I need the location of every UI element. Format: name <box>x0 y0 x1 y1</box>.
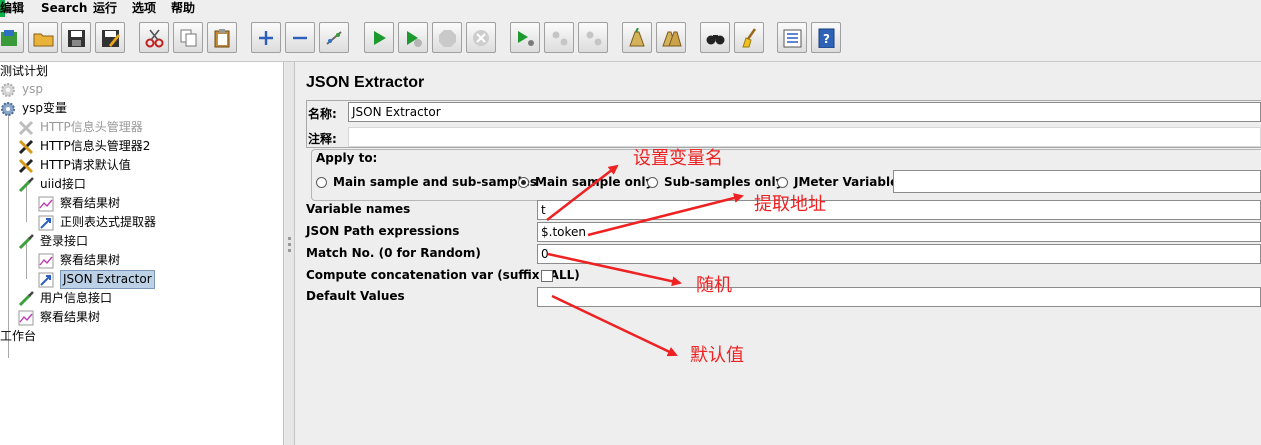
json-extractor-panel: JSON Extractor 名称: JSON Extractor 注释: Ap… <box>296 62 1261 445</box>
paste-button[interactable] <box>207 22 237 53</box>
graph-icon <box>18 310 34 326</box>
graph-icon <box>38 253 54 269</box>
save-as-button[interactable] <box>95 22 125 53</box>
toolbar: ? <box>0 17 1261 62</box>
annotation-default-value: 默认值 <box>690 345 744 366</box>
open-button[interactable] <box>28 22 58 53</box>
comment-input[interactable] <box>348 127 1261 147</box>
variable-names-label: Variable names <box>306 202 411 216</box>
stop-button[interactable] <box>432 22 462 53</box>
open-folder-icon <box>33 33 54 47</box>
menu-options[interactable]: 选项 <box>132 0 156 17</box>
help-icon: ? <box>818 28 835 48</box>
cut-icon <box>145 29 164 48</box>
extractor-icon <box>38 272 54 288</box>
start-icon <box>374 31 386 45</box>
gear-icon <box>1 102 15 116</box>
wrench-icon <box>18 158 34 174</box>
remote-shutdown-icon <box>586 31 602 46</box>
radio-button <box>518 177 529 188</box>
start-button[interactable] <box>364 22 394 53</box>
collapse-button[interactable] <box>285 22 315 53</box>
tree-line <box>8 110 9 358</box>
start-no-pause-button[interactable] <box>398 22 428 53</box>
search-icon <box>706 35 725 45</box>
copy-icon <box>180 29 197 47</box>
templates-button[interactable] <box>0 22 24 53</box>
extractor-icon <box>38 215 54 231</box>
test-plan-tree: 测试计划 ysp ysp变量 HTTP信息头管理器 HTTP信息头管理器2 HT… <box>0 62 284 445</box>
shutdown-button[interactable] <box>466 22 496 53</box>
function-helper-button[interactable] <box>777 22 807 53</box>
annotation-extract-address: 提取地址 <box>754 194 826 215</box>
expand-button[interactable] <box>251 22 281 53</box>
clear-all-icon <box>662 31 682 47</box>
json-path-input[interactable]: $.token <box>537 222 1261 242</box>
remote-stop-button[interactable] <box>544 22 574 53</box>
shutdown-icon <box>473 30 489 46</box>
radio-button <box>316 177 327 188</box>
match-no-label: Match No. (0 for Random) <box>306 246 481 260</box>
toggle-button[interactable] <box>319 22 349 53</box>
remote-stop-icon <box>552 31 568 46</box>
radio-button <box>777 177 788 188</box>
pipette-icon <box>18 291 34 307</box>
clear-button[interactable] <box>622 22 652 53</box>
wrench-icon <box>18 120 34 136</box>
reset-search-icon <box>742 28 757 48</box>
toggle-icon <box>326 31 342 45</box>
match-no-input[interactable]: 0 <box>537 244 1261 264</box>
concat-checkbox[interactable] <box>541 270 553 282</box>
cut-button[interactable] <box>139 22 169 53</box>
remote-start-button[interactable] <box>510 22 540 53</box>
menu-search[interactable]: Search <box>41 0 87 17</box>
copy-button[interactable] <box>173 22 203 53</box>
remote-start-icon <box>518 31 534 46</box>
pipette-icon <box>18 234 34 250</box>
annotation-set-variable-name: 设置变量名 <box>633 148 723 169</box>
variable-names-input[interactable]: t <box>537 200 1261 220</box>
stop-icon <box>439 30 456 47</box>
wrench-icon <box>18 139 34 155</box>
svg-text:?: ? <box>823 32 830 46</box>
collapse-icon <box>293 36 307 40</box>
save-as-icon <box>102 30 120 47</box>
search-button[interactable] <box>700 22 730 53</box>
radio-button <box>647 177 658 188</box>
default-values-input[interactable] <box>537 287 1261 307</box>
paste-icon <box>214 29 230 48</box>
pipette-icon <box>18 177 34 193</box>
clear-icon <box>629 28 645 47</box>
start-no-pause-icon <box>407 31 422 47</box>
graph-icon <box>38 196 54 212</box>
function-helper-icon <box>783 29 802 48</box>
reset-search-button[interactable] <box>734 22 764 53</box>
clear-all-button[interactable] <box>656 22 686 53</box>
splitter-grip <box>288 249 291 252</box>
name-label: 名称: <box>308 107 337 121</box>
expand-icon <box>259 31 273 45</box>
jmeter-variable-input[interactable] <box>893 170 1261 193</box>
menu-run[interactable]: 运行 <box>93 0 117 17</box>
remote-shutdown-button[interactable] <box>578 22 608 53</box>
splitter-grip <box>288 243 291 246</box>
menu-bar: 编辑 Search 运行 选项 帮助 <box>0 0 1261 17</box>
help-button[interactable]: ? <box>811 22 841 53</box>
save-icon <box>68 30 85 47</box>
comment-label: 注释: <box>308 132 337 146</box>
apply-to-label: Apply to: <box>314 151 380 165</box>
open-templates-icon <box>1 30 17 46</box>
panel-splitter[interactable] <box>285 62 295 445</box>
name-input[interactable]: JSON Extractor <box>348 102 1261 122</box>
gear-icon <box>1 83 15 97</box>
save-button[interactable] <box>61 22 91 53</box>
json-path-label: JSON Path expressions <box>306 224 460 238</box>
menu-edit[interactable]: 编辑 <box>0 0 24 17</box>
menu-help[interactable]: 帮助 <box>171 0 195 17</box>
annotation-random: 随机 <box>696 275 732 296</box>
default-values-label: Default Values <box>306 289 405 303</box>
panel-title: JSON Extractor <box>306 74 425 91</box>
splitter-grip <box>288 237 291 240</box>
concat-label: Compute concatenation var (suffix _ALL) <box>306 268 580 282</box>
